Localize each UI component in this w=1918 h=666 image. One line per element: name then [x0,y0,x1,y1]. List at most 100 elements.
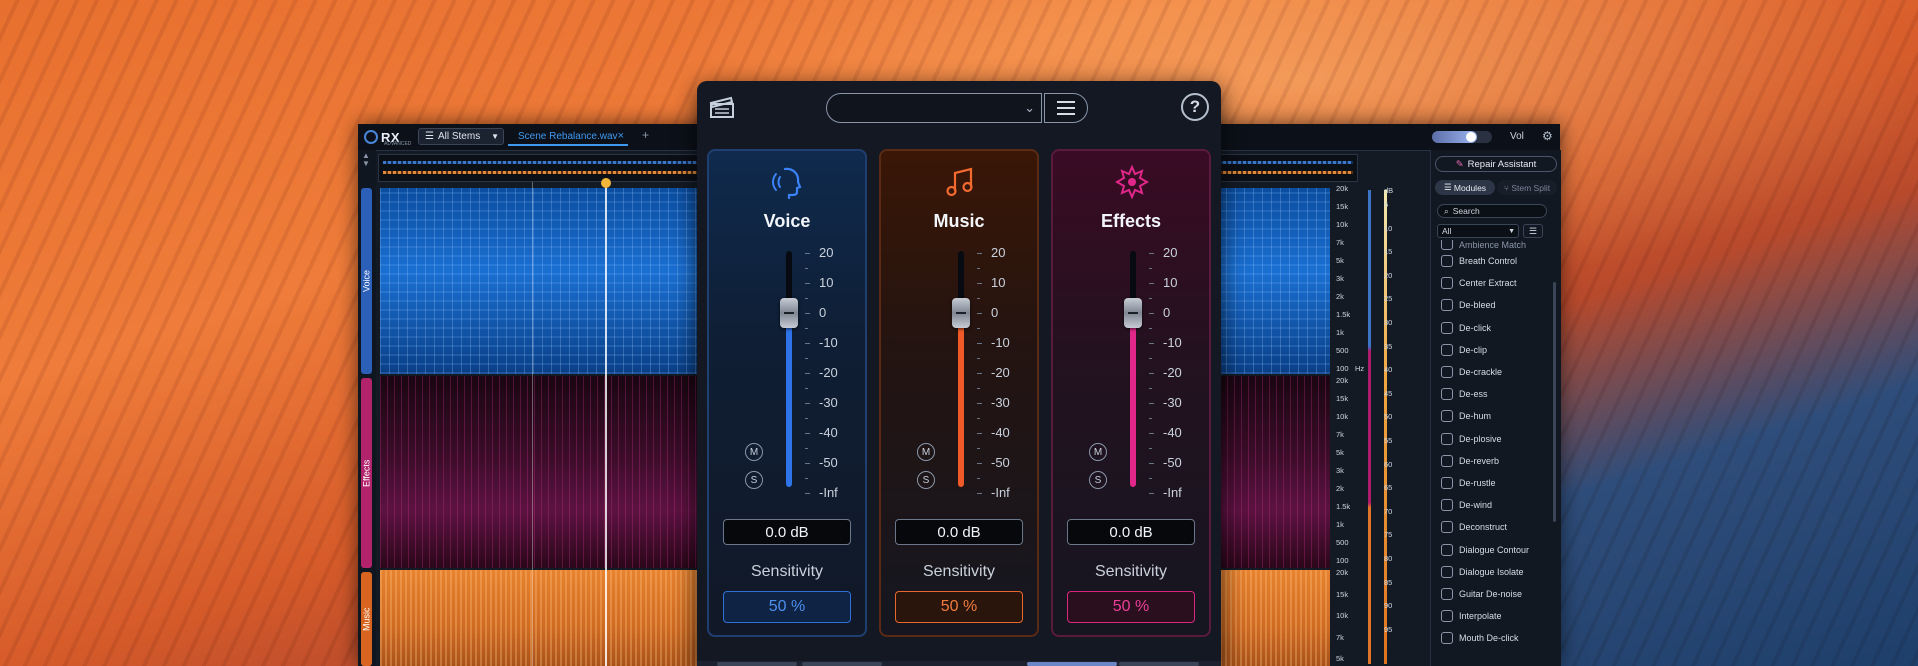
playhead[interactable] [601,178,611,666]
freq_labels_effects-freq-label: 1k [1336,520,1344,529]
voice-mute-button[interactable]: M [745,443,763,461]
module-item-dialogue-isolate[interactable]: Dialogue Isolate [1431,561,1551,583]
module-item-deconstruct[interactable]: Deconstruct [1431,516,1551,538]
module-item-de-reverb[interactable]: De-reverb [1431,450,1551,472]
db-label: 80 [1384,554,1393,563]
freq_labels_music-freq-label: 10k [1336,611,1349,620]
module-item-de-rustle[interactable]: De-rustle [1431,472,1551,494]
stem-label-voice[interactable]: Voice [361,188,372,374]
stem-selector-dropdown[interactable]: ☰ All Stems ▼ [418,128,504,145]
link-icon[interactable]: ⚙ [1542,129,1556,143]
module-icon [1441,366,1453,379]
music-mute-button[interactable]: M [917,443,935,461]
module-item-de-bleed[interactable]: De-bleed [1431,294,1551,316]
fader-tick [805,433,810,434]
module-item-de-crackle[interactable]: De-crackle [1431,361,1551,383]
voice-fader-handle[interactable] [780,298,798,328]
voice-fader-track[interactable] [786,251,792,487]
music-solo-button[interactable]: S [917,471,935,489]
module-item-de-plosive[interactable]: De-plosive [1431,428,1551,450]
help-button[interactable]: ? [1181,93,1209,121]
module-panel: ✎ Repair Assistant ☰ Modules ⑂ Stem Spli… [1430,150,1561,666]
module-item-dialogue-contour[interactable]: Dialogue Contour [1431,538,1551,560]
module-item-de-ess[interactable]: De-ess [1431,383,1551,405]
module-item-de-click[interactable]: De-click [1431,317,1551,339]
module-item-de-clip[interactable]: De-clip [1431,339,1551,361]
volume-slider[interactable] [1432,131,1492,143]
module-list-scrollbar[interactable] [1553,282,1556,522]
effects-icon [1114,164,1150,200]
voice-solo-button[interactable]: S [745,471,763,489]
fader-scale-label: -10 [819,335,838,350]
effects-gain-field[interactable]: 0.0 dB [1067,519,1195,545]
fader-minor-tick [977,298,980,299]
music-gain-field[interactable]: 0.0 dB [895,519,1023,545]
voice-sensitivity-field[interactable]: 50 % [723,591,851,623]
volume-slider-handle[interactable] [1466,132,1476,142]
module-icon [1441,632,1453,645]
fader-tick [977,493,982,494]
db-label: 70 [1384,506,1393,516]
module-list-view-button[interactable]: ☰ [1523,224,1543,238]
module-filter-dropdown[interactable]: All ▼ [1437,224,1519,238]
module-item-ambience-match[interactable]: Ambience Match [1431,240,1551,250]
music-fader-track[interactable] [958,251,964,487]
footer-button[interactable] [1119,662,1199,666]
db-label: 60 [1384,459,1393,469]
module-icon [1441,432,1453,445]
channel-strip-effects: Effects 20 10 0 -10 -20 -30 -40 -50 -Inf M S 0.0 dB S… [1051,149,1211,637]
preset-menu-button[interactable] [1044,93,1088,123]
tab-modules[interactable]: ☰ Modules [1435,180,1495,195]
fader-tick [1149,493,1154,494]
hz-unit-label: Hz [1355,364,1365,373]
module-item-breath-control[interactable]: Breath Control [1431,250,1551,272]
footer-button[interactable] [802,662,882,666]
music-sensitivity-field[interactable]: 50 % [895,591,1023,623]
effects-fader-handle[interactable] [1124,298,1142,328]
preset-dropdown[interactable]: ⌄ [826,93,1042,123]
add-tab-button[interactable]: + [642,128,649,142]
music-fader-handle[interactable] [952,298,970,328]
module-item-de-wind[interactable]: De-wind [1431,494,1551,516]
stem-label-effects[interactable]: Effects [361,378,372,568]
close-tab-icon[interactable]: × [618,130,624,142]
freq_labels_effects-freq-label: 20k [1336,376,1349,385]
fader-minor-tick [977,328,980,329]
module-item-interpolate[interactable]: Interpolate [1431,605,1551,627]
footer-button[interactable] [717,662,797,666]
module-item-mouth-de-click[interactable]: Mouth De-click [1431,627,1551,649]
module-icon [1441,499,1453,512]
effects-solo-button[interactable]: S [1089,471,1107,489]
module-search-input[interactable]: ⌕ Search [1437,204,1547,218]
module-item-center-extract[interactable]: Center Extract [1431,272,1551,294]
fader-tick [805,463,810,464]
fader-scale-label: 20 [819,245,834,260]
clapperboard-icon[interactable] [709,95,735,119]
module-item-guitar-de-noise[interactable]: Guitar De-noise [1431,583,1551,605]
fader-scale-label: -Inf [991,485,1010,500]
file-tab[interactable]: Scene Rebalance.wav × [508,128,628,146]
tab-stem-split[interactable]: ⑂ Stem Split [1497,180,1557,195]
effects-mute-button[interactable]: M [1089,443,1107,461]
fader-scale-label: 0 [991,305,999,320]
chevron-down-icon: ▼ [491,132,499,141]
fader-scale-label: -10 [1163,335,1182,350]
effects-sensitivity-field[interactable]: 50 % [1067,591,1195,623]
voice-gain-field[interactable]: 0.0 dB [723,519,851,545]
fader-scale-label: 0 [1163,305,1171,320]
fader-scale-label: -Inf [1163,485,1182,500]
fader-minor-tick [805,298,808,299]
music-sensitivity-label: Sensitivity [922,563,996,580]
rx-logo-icon [364,130,378,144]
zoom-arrows-icon[interactable]: ▲ ▼ [362,152,370,168]
module-item-de-hum[interactable]: De-hum [1431,405,1551,427]
effects-fader-track[interactable] [1130,251,1136,487]
repair-assistant-button[interactable]: ✎ Repair Assistant [1435,156,1557,172]
module-icon [1441,521,1453,534]
fader-scale-label: -20 [991,365,1010,380]
stem-label-music[interactable]: Music [361,572,372,666]
playhead-marker[interactable] [601,178,611,188]
footer-button-primary[interactable] [1027,662,1117,666]
db-label: 10 [1384,223,1393,233]
stem-lane-bar: ▲ ▼ Voice Effects Music [358,150,376,666]
